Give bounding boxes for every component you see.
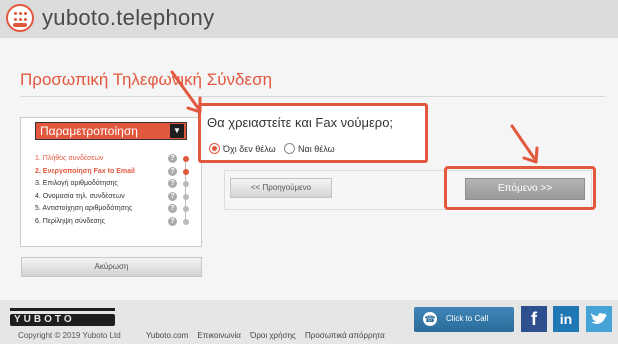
copyright-text: Copyright © 2019 Yuboto Ltd [18,331,121,340]
step-dot [183,193,189,200]
twitter-icon[interactable] [586,306,612,332]
footer-link-yuboto[interactable]: Yuboto.com [146,331,188,340]
telephone-logo-icon [6,4,34,32]
step-label: 2. Ενεργοποίηση Fax to Email [35,167,135,175]
footer-links: Yuboto.com Επικοινωνία Όροι χρήσης Προσω… [146,331,392,340]
next-button[interactable]: Επόμενο >> [465,178,585,200]
step-label: 3. Επιλογή αριθμοδότησης [35,180,118,187]
facebook-icon[interactable]: f [521,306,547,332]
settings-dropdown-label: Παραμετροποίηση [40,124,138,138]
previous-button[interactable]: << Προηγούμενο [230,178,332,198]
cancel-button[interactable]: Ακύρωση [21,257,202,277]
radio-yes-label[interactable]: Ναι θέλω [298,144,335,154]
step-label: 4. Ονομασία τηλ. συνδέσεων [35,192,125,200]
phone-icon: ☎ [423,312,437,326]
click-to-call-button[interactable]: ☎ Click to Call [414,307,514,332]
step-label: 1. Πλήθος συνδέσεων [35,155,104,162]
footer-link-contact[interactable]: Επικοινωνία [197,331,240,340]
step-item[interactable]: 4. Ονομασία τηλ. συνδέσεων? [35,191,195,205]
brand-name: yuboto.telephony [42,5,215,30]
step-item[interactable]: 3. Επιλογή αριθμοδότησης? [35,179,195,192]
step-label: 6. Περίληψη σύνδεσης [35,217,105,225]
annotation-arrow-icon [510,124,539,164]
fax-question-text: Θα χρειαστείτε και Fax νούμερο; [207,115,394,130]
step-item[interactable]: 1. Πλήθος συνδέσεων? [35,154,195,167]
step-dot [183,206,189,212]
chevron-down-icon[interactable]: ▼ [170,124,184,138]
fax-question-box: Θα χρειαστείτε και Fax νούμερο; Όχι δεν … [198,103,428,163]
step-list: 1. Πλήθος συνδέσεων? 2. Ενεργοποίηση Fax… [35,154,195,229]
footer-logo-text: YUBOTO [14,314,75,325]
step-dot [183,181,189,187]
step-dot [183,218,189,225]
step-label: 5. Αντιστοίχηση αριθμοδότησης [35,205,133,212]
step-item[interactable]: 6. Περίληψη σύνδεσης? [35,216,195,230]
footer-link-terms[interactable]: Όροι χρήσης [250,331,296,340]
help-icon[interactable]: ? [168,191,177,201]
help-icon[interactable]: ? [168,204,177,213]
step-dot [183,156,189,162]
footer-link-privacy[interactable]: Προσωπικά απόρρητα [305,331,385,340]
click-to-call-label: Click to Call [446,314,489,323]
step-dot [183,168,189,175]
radio-no-label[interactable]: Όχι δεν θέλω [223,144,276,154]
help-icon[interactable]: ? [168,166,177,176]
linkedin-icon[interactable]: in [553,306,579,332]
annotation-arrow-icon [170,70,202,114]
step-item[interactable]: 5. Αντιστοίχηση αριθμοδότησης? [35,204,195,217]
page-title: Προσωπική Τηλεφωνική Σύνδεση [20,70,273,89]
help-icon[interactable]: ? [168,154,177,163]
radio-yes[interactable] [284,143,295,154]
help-icon[interactable]: ? [168,216,177,226]
settings-dropdown[interactable]: Παραμετροποίηση ▼ [35,122,187,140]
wizard-sidebar: Παραμετροποίηση ▼ 1. Πλήθος συνδέσεων? 2… [20,117,202,247]
title-divider [20,96,605,97]
help-icon[interactable]: ? [168,179,177,188]
radio-no[interactable] [209,143,220,154]
step-item[interactable]: 2. Ενεργοποίηση Fax to Email? [35,166,195,180]
footer-logo: YUBOTO [10,308,115,326]
